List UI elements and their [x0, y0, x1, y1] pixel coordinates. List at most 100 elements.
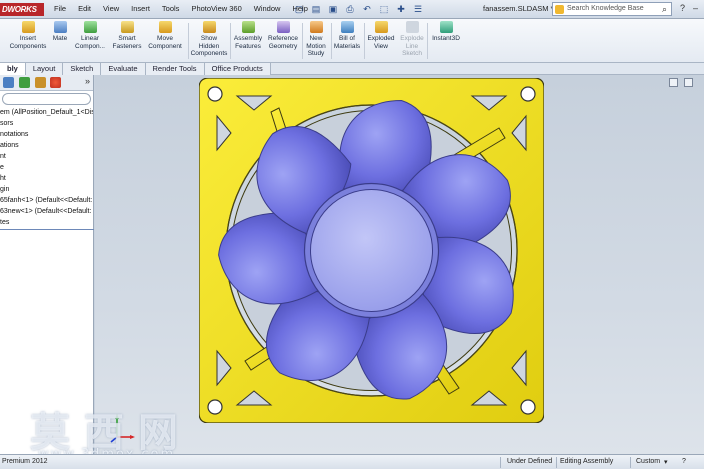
help-icon[interactable]: ?: [682, 458, 686, 465]
knowledge-base-icon: [555, 5, 564, 14]
open-icon[interactable]: ▤: [309, 2, 323, 16]
move-component-button[interactable]: Move Component: [146, 21, 184, 50]
quick-access-toolbar: ▢ ▤ ▣ ⎙ ↶ ⬚ ✚ ☰: [292, 2, 425, 16]
feature-manager-pane: » em (AllPosition_Default_1<Disp sors no…: [0, 75, 94, 454]
status-separator: [630, 457, 631, 468]
menu-window[interactable]: Window: [248, 4, 287, 13]
save-icon[interactable]: ▣: [326, 2, 340, 16]
command-manager-tabs: bly Layout Sketch Evaluate Render Tools …: [0, 63, 704, 75]
assembly-features-button[interactable]: Assembly Features: [232, 21, 264, 50]
smart-fasteners-icon: [120, 21, 134, 33]
insert-components-button[interactable]: Insert Components: [6, 21, 50, 50]
bill-of-materials-button[interactable]: Bill of Materials: [332, 21, 362, 50]
tab-layout[interactable]: Layout: [25, 63, 64, 75]
title-bar: DWORKS File Edit View Insert Tools Photo…: [0, 0, 704, 19]
menu-view[interactable]: View: [97, 4, 125, 13]
units-selector[interactable]: Custom: [636, 458, 660, 465]
solidworks-logo[interactable]: DWORKS: [0, 3, 44, 16]
ribbon-separator: [230, 23, 231, 59]
new-motion-study-label: New Motion Study: [306, 35, 326, 57]
linear-pattern-icon: [83, 21, 97, 33]
insert-components-label: Insert Components: [9, 35, 47, 50]
bill-of-materials-label: Bill of Materials: [333, 35, 361, 50]
document-title: fanassem.SLDASM *: [483, 4, 554, 13]
smart-fasteners-button[interactable]: Smart Fasteners: [110, 21, 144, 50]
tree-item[interactable]: nt: [0, 151, 93, 162]
chevron-right-icon[interactable]: »: [85, 76, 90, 86]
explode-line-sketch-label: Explode Line Sketch: [400, 35, 424, 57]
viewport-restore-icon[interactable]: [669, 78, 678, 87]
mounting-hole: [520, 86, 536, 102]
search-input[interactable]: Search Knowledge Base ⌕: [552, 2, 672, 16]
graphics-area[interactable]: ⊕ ⊙ ↖ ▧ ◈ ◆ ✦ ◐ ● ▭: [95, 75, 704, 454]
tree-item[interactable]: gin: [0, 184, 93, 195]
units-dropdown-icon[interactable]: ▾: [664, 458, 668, 466]
tree-item[interactable]: 63new<1> (Default<<Default:: [0, 206, 93, 217]
assembly-features-icon: [241, 21, 255, 33]
status-product: Premium 2012: [2, 458, 48, 465]
tree-item[interactable]: tes: [0, 217, 93, 228]
explode-line-sketch-button[interactable]: Explode Line Sketch: [398, 21, 426, 58]
select-icon[interactable]: ⬚: [377, 2, 391, 16]
tree-item[interactable]: 65fanh<1> (Default<<Default:: [0, 195, 93, 206]
new-document-icon[interactable]: ▢: [292, 2, 306, 16]
menu-tools[interactable]: Tools: [156, 4, 186, 13]
configuration-manager-tab-icon[interactable]: [35, 77, 46, 88]
display-manager-tab-icon[interactable]: [50, 77, 61, 88]
ribbon-separator: [427, 23, 428, 59]
show-hidden-components-button[interactable]: Show Hidden Components: [190, 21, 228, 58]
tree-filter-input[interactable]: [2, 93, 91, 105]
search-icon[interactable]: ⌕: [662, 4, 667, 15]
exploded-view-button[interactable]: Exploded View: [366, 21, 396, 50]
instant3d-icon: [439, 21, 453, 33]
tab-render-tools[interactable]: Render Tools: [145, 63, 205, 75]
status-separator: [500, 457, 501, 468]
feature-manager-tab-icon[interactable]: [3, 77, 14, 88]
move-component-icon: [158, 21, 172, 33]
tree-item[interactable]: e: [0, 162, 93, 173]
menu-file[interactable]: File: [48, 4, 72, 13]
exploded-view-icon: [374, 21, 388, 33]
mate-button[interactable]: Mate: [49, 21, 71, 43]
tree-item[interactable]: sors: [0, 118, 93, 129]
move-component-label: Move Component: [148, 35, 182, 50]
print-icon[interactable]: ⎙: [343, 2, 357, 16]
property-manager-tab-icon[interactable]: [19, 77, 30, 88]
menu-edit[interactable]: Edit: [72, 4, 97, 13]
reference-geometry-button[interactable]: Reference Geometry: [266, 21, 300, 50]
tree-item[interactable]: notations: [0, 129, 93, 140]
tree-item[interactable]: ht: [0, 173, 93, 184]
tree-item[interactable]: ations: [0, 140, 93, 151]
motion-study-icon: [309, 21, 323, 33]
mate-label: Mate: [52, 35, 68, 42]
mounting-hole: [207, 86, 223, 102]
new-motion-study-button[interactable]: New Motion Study: [303, 21, 329, 58]
ribbon-separator: [188, 23, 189, 59]
rebuild-icon[interactable]: ✚: [394, 2, 408, 16]
undo-icon[interactable]: ↶: [360, 2, 374, 16]
tab-evaluate[interactable]: Evaluate: [101, 63, 146, 75]
tab-assembly[interactable]: bly: [0, 63, 26, 75]
linear-component-label: Linear Compon...: [75, 35, 105, 50]
options-icon[interactable]: ☰: [411, 2, 425, 16]
tree-item[interactable]: em (AllPosition_Default_1<Disp: [0, 107, 93, 118]
menu-insert[interactable]: Insert: [125, 4, 156, 13]
tree-divider: [0, 229, 94, 230]
reference-geometry-icon: [276, 21, 290, 33]
tab-office-products[interactable]: Office Products: [204, 63, 271, 75]
linear-component-pattern-button[interactable]: Linear Compon...: [72, 21, 108, 50]
assembly-features-label: Assembly Features: [233, 35, 263, 50]
pane-tabs: »: [0, 75, 93, 91]
viewport-maximize-icon[interactable]: [684, 78, 693, 87]
show-hidden-label: Show Hidden Components: [190, 35, 228, 57]
fan-hub: [310, 189, 433, 312]
tab-sketch[interactable]: Sketch: [63, 63, 102, 75]
help-dropdown-icon[interactable]: ?: [680, 3, 685, 13]
feature-tree: em (AllPosition_Default_1<Disp sors nota…: [0, 107, 93, 228]
minimize-icon[interactable]: –: [693, 3, 698, 13]
status-under-defined: Under Defined: [507, 458, 553, 465]
menu-bar: File Edit View Insert Tools PhotoView 36…: [48, 4, 314, 13]
menu-photoview[interactable]: PhotoView 360: [185, 4, 247, 13]
mounting-hole: [207, 399, 223, 415]
instant3d-button[interactable]: Instant3D: [429, 21, 463, 43]
